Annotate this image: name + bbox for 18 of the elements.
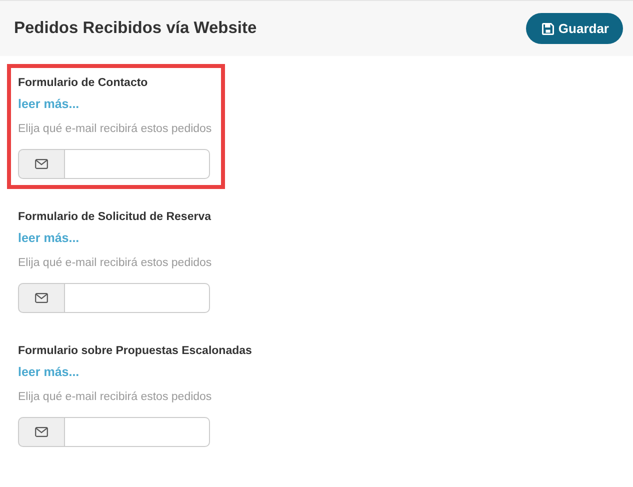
save-icon — [542, 22, 554, 34]
read-more-link[interactable]: leer más... — [18, 95, 80, 113]
envelope-icon — [35, 427, 48, 437]
email-field[interactable] — [65, 417, 210, 447]
field-hint: Elija qué e-mail recibirá estos pedidos — [18, 122, 213, 137]
envelope-icon — [35, 159, 48, 169]
email-field[interactable] — [65, 149, 210, 179]
read-more-link[interactable]: leer más... — [18, 229, 80, 247]
form-title: Formulario de Contacto — [18, 76, 149, 91]
page-title: Pedidos Recibidos vía Website — [14, 18, 257, 40]
read-more-link[interactable]: leer más... — [18, 363, 80, 381]
save-button[interactable]: Guardar — [526, 12, 623, 44]
form-title: Formulario sobre Propuestas Escalonadas — [18, 344, 252, 359]
email-field[interactable] — [65, 283, 210, 313]
field-hint: Elija qué e-mail recibirá estos pedidos — [18, 256, 213, 271]
form-title: Formulario de Solicitud de Reserva — [18, 210, 212, 225]
field-hint: Elija qué e-mail recibirá estos pedidos — [18, 390, 213, 405]
envelope-icon — [35, 293, 48, 303]
